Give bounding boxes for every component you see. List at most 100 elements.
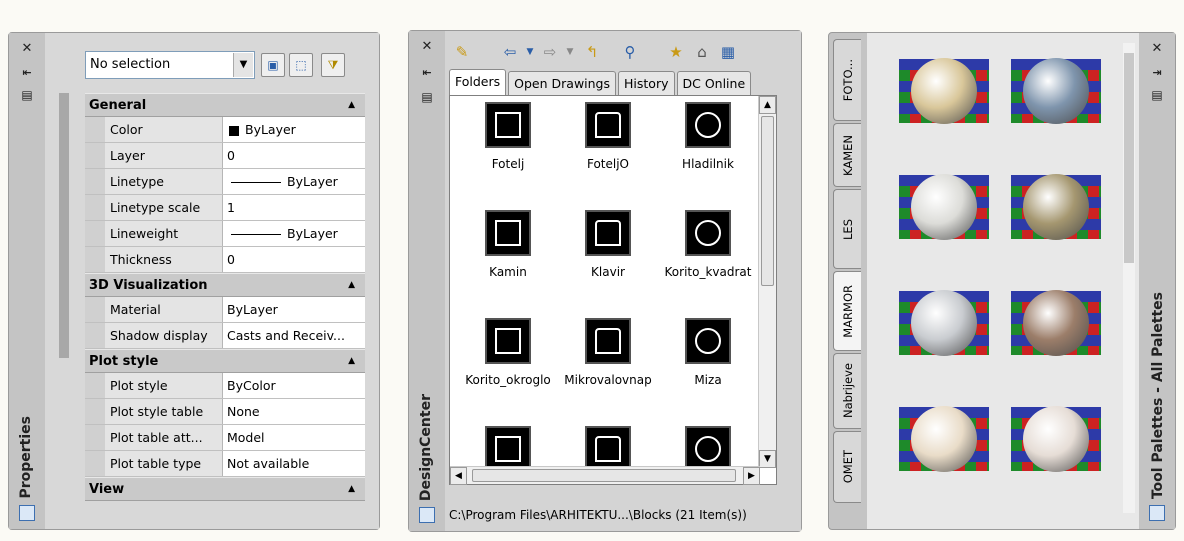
property-row[interactable]: Color ByLayer (85, 117, 365, 143)
block-item[interactable]: Korito_kvadrat (658, 210, 758, 318)
property-value[interactable]: ByLayer (223, 117, 365, 142)
vertical-scroll-thumb[interactable] (761, 116, 774, 286)
material-swatch[interactable] (899, 58, 989, 124)
chevron-down-icon[interactable]: ▼ (233, 53, 253, 77)
block-item[interactable]: Mikrovalovnap (558, 318, 658, 426)
forward-dropdown-icon[interactable]: ▼ (559, 39, 581, 65)
block-item[interactable]: Klavir (558, 210, 658, 318)
quick-select-button[interactable]: ⧩ (321, 53, 345, 77)
property-value[interactable]: ByColor (223, 373, 365, 398)
up-icon[interactable]: ↰ (581, 39, 603, 65)
scroll-up-icon[interactable]: ▲ (759, 96, 776, 114)
category-label: 3D Visualization (89, 278, 208, 293)
tool-palettes-menu-icon[interactable]: ▤ (1148, 87, 1166, 103)
properties-panel-icon[interactable] (19, 505, 35, 521)
selection-dropdown[interactable]: No selection ▼ (85, 51, 255, 79)
material-swatch[interactable] (899, 406, 989, 472)
property-value[interactable]: ByLayer (223, 297, 365, 322)
load-icon[interactable]: ✎ (451, 39, 473, 65)
tab-dc-online[interactable]: DC Online (676, 71, 752, 95)
material-swatch[interactable] (899, 174, 989, 240)
property-value[interactable]: Casts and Receiv... (223, 323, 365, 348)
material-swatch[interactable] (1011, 290, 1101, 356)
block-item[interactable]: FoteljO (558, 102, 658, 210)
property-row[interactable]: Plot style table None (85, 399, 365, 425)
properties-scrollbar[interactable] (59, 93, 69, 358)
property-row[interactable]: Linetype ByLayer (85, 169, 365, 195)
tab-marmor[interactable]: MARMOR (833, 271, 861, 351)
tool-palettes-panel-icon[interactable] (1149, 505, 1165, 521)
property-row[interactable]: Shadow display Casts and Receiv... (85, 323, 365, 349)
select-objects-button[interactable]: ⬚ (289, 53, 313, 77)
favorites-icon[interactable]: ★ (665, 39, 687, 65)
tab-nabrijeve[interactable]: Nabrijeve (833, 353, 861, 429)
property-row[interactable]: Layer 0 (85, 143, 365, 169)
horizontal-scroll-thumb[interactable] (472, 469, 736, 482)
back-dropdown-icon[interactable]: ▼ (519, 39, 541, 65)
collapse-icon[interactable]: ▲ (348, 478, 355, 501)
autohide-icon[interactable]: ⇤ (18, 65, 36, 81)
collapse-icon[interactable]: ▲ (348, 94, 355, 117)
close-icon[interactable]: ✕ (18, 41, 36, 57)
close-icon[interactable]: ✕ (1148, 41, 1166, 57)
property-value[interactable]: 0 (223, 247, 365, 272)
designcenter-menu-icon[interactable]: ▤ (418, 89, 436, 105)
property-value[interactable]: None (223, 399, 365, 424)
autohide-icon[interactable]: ⇤ (418, 65, 436, 81)
collapse-icon[interactable]: ▲ (348, 274, 355, 297)
material-swatch[interactable] (899, 290, 989, 356)
property-row[interactable]: Plot table type Not available (85, 451, 365, 477)
property-row[interactable]: Thickness 0 (85, 247, 365, 273)
autohide-icon[interactable]: ⇥ (1148, 65, 1166, 81)
close-icon[interactable]: ✕ (418, 39, 436, 55)
property-row[interactable]: Plot style ByColor (85, 373, 365, 399)
horizontal-scrollbar[interactable]: ◀ ▶ (450, 466, 760, 485)
scroll-down-icon[interactable]: ▼ (759, 450, 776, 468)
forward-icon[interactable]: ⇨ (539, 39, 561, 65)
material-sphere (1023, 58, 1089, 124)
block-item[interactable]: Miza (658, 318, 758, 426)
properties-menu-icon[interactable]: ▤ (18, 87, 36, 103)
search-icon[interactable]: ⚲ (619, 39, 641, 65)
property-value[interactable]: ByLayer (223, 221, 365, 246)
property-value[interactable]: 0 (223, 143, 365, 168)
tab-omet[interactable]: OMET (833, 431, 861, 503)
tab-folders[interactable]: Folders (449, 69, 507, 95)
property-row[interactable]: Material ByLayer (85, 297, 365, 323)
property-row[interactable]: Linetype scale 1 (85, 195, 365, 221)
tab-open-drawings[interactable]: Open Drawings (508, 71, 617, 95)
property-value[interactable]: Not available (223, 451, 365, 476)
property-value[interactable]: ByLayer (223, 169, 365, 194)
material-swatch[interactable] (1011, 174, 1101, 240)
category-header[interactable]: View ▲ (85, 477, 365, 501)
scroll-left-icon[interactable]: ◀ (450, 467, 467, 485)
property-value[interactable]: 1 (223, 195, 365, 220)
home-icon[interactable]: ⌂ (691, 39, 713, 65)
block-item[interactable]: Fotelj (458, 102, 558, 210)
property-value[interactable]: Model (223, 425, 365, 450)
block-item[interactable]: Korito_okroglo (458, 318, 558, 426)
category-header[interactable]: General ▲ (85, 93, 365, 117)
tab-history[interactable]: History (618, 71, 675, 95)
property-row[interactable]: Plot table att... Model (85, 425, 365, 451)
material-swatch[interactable] (1011, 406, 1101, 472)
toggle-pickadd-button[interactable]: ▣ (261, 53, 285, 77)
material-swatch[interactable] (1011, 58, 1101, 124)
back-icon[interactable]: ⇦ (499, 39, 521, 65)
collapse-icon[interactable]: ▲ (348, 350, 355, 373)
palette-scrollbar[interactable] (1123, 43, 1135, 513)
vertical-scrollbar[interactable]: ▲ ▼ (758, 96, 776, 468)
tab-foto[interactable]: FOTO... (833, 39, 861, 121)
block-item[interactable]: Kamin (458, 210, 558, 318)
block-item[interactable]: Hladilnik (658, 102, 758, 210)
property-row[interactable]: Lineweight ByLayer (85, 221, 365, 247)
tree-view-toggle-icon[interactable]: ▦ (717, 39, 739, 65)
material-sphere (911, 58, 977, 124)
category-header[interactable]: Plot style ▲ (85, 349, 365, 373)
designcenter-panel-icon[interactable] (419, 507, 435, 523)
tab-les[interactable]: LES (833, 189, 861, 269)
palette-scroll-thumb[interactable] (1124, 53, 1134, 263)
tab-kamen[interactable]: KAMEN (833, 123, 861, 187)
scroll-right-icon[interactable]: ▶ (743, 467, 760, 485)
category-header[interactable]: 3D Visualization ▲ (85, 273, 365, 297)
